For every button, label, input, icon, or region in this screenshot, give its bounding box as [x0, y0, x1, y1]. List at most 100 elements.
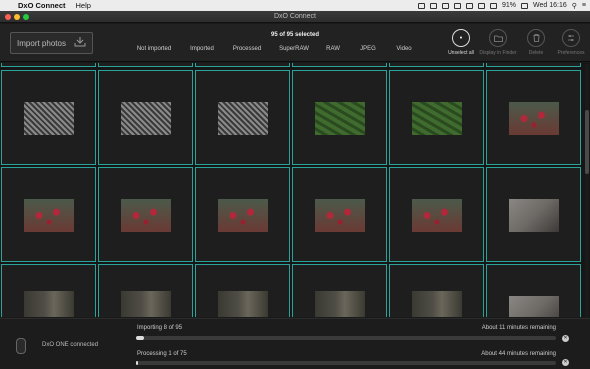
clock[interactable]: Wed 16:16 — [533, 2, 567, 9]
sliders-icon — [562, 29, 580, 47]
partial-cell[interactable] — [98, 63, 193, 67]
status-icon[interactable] — [442, 2, 450, 9]
volume-icon[interactable] — [490, 2, 498, 9]
status-footer: DxO ONE connected Importing 8 of 95 Abou… — [0, 318, 590, 369]
partial-cell[interactable] — [486, 63, 581, 67]
photo-cell[interactable] — [389, 264, 484, 317]
partial-cell[interactable] — [292, 63, 387, 67]
photo-thumbnail — [412, 291, 462, 317]
photo-cell[interactable] — [195, 264, 290, 317]
cancel-processing-button[interactable]: ✕ — [562, 359, 569, 366]
photo-thumbnail — [121, 199, 171, 232]
wifi-icon[interactable] — [478, 2, 486, 9]
photo-thumbnail — [509, 296, 559, 317]
photo-cell[interactable] — [389, 167, 484, 262]
photo-thumbnail — [24, 199, 74, 232]
import-progress-label: Importing 8 of 95 — [137, 325, 183, 331]
preferences-label: Preferences — [557, 50, 585, 56]
toolbar: Import photos 95 of 95 selected Not impo… — [0, 24, 590, 62]
filter-raw[interactable]: RAW — [318, 46, 348, 52]
filter-imported[interactable]: Imported — [180, 46, 224, 52]
import-progress-bar — [136, 336, 556, 340]
process-progress-label: Processing 1 of 75 — [137, 351, 187, 357]
app-menu[interactable]: DxO Connect — [18, 1, 66, 10]
photo-cell[interactable] — [486, 70, 581, 165]
photo-cell[interactable] — [486, 264, 581, 317]
help-menu[interactable]: Help — [76, 1, 91, 10]
unselect-all-label: Unselect all — [448, 50, 474, 56]
process-progress-bar — [136, 361, 556, 365]
photo-cell[interactable] — [195, 70, 290, 165]
photo-cell[interactable] — [195, 167, 290, 262]
status-icon[interactable] — [466, 2, 474, 9]
photo-thumbnail — [121, 102, 171, 135]
thumbnail-grid — [0, 63, 590, 317]
cancel-import-button[interactable]: ✕ — [562, 335, 569, 342]
photo-cell[interactable] — [292, 264, 387, 317]
photo-thumbnail — [24, 291, 74, 317]
photo-cell[interactable] — [389, 70, 484, 165]
system-menubar: DxO Connect Help 91% Wed 16:16 ⚲ ≡ — [0, 0, 590, 11]
import-tray-icon — [74, 37, 86, 49]
spotlight-icon[interactable]: ⚲ — [572, 2, 577, 10]
camera-device-icon — [16, 338, 26, 354]
filter-superraw[interactable]: SuperRAW — [270, 46, 318, 52]
photo-cell[interactable] — [292, 167, 387, 262]
partial-cell[interactable] — [195, 63, 290, 67]
traffic-lights — [5, 14, 29, 20]
filter-jpeg[interactable]: JPEG — [348, 46, 388, 52]
process-progress-fill — [136, 361, 139, 365]
unselect-all-button[interactable]: • Unselect all — [441, 29, 481, 56]
delete-button[interactable]: Delete — [516, 29, 556, 56]
display-in-finder-label: Display in Finder — [479, 50, 517, 56]
import-remaining: About 11 minutes remaining — [481, 325, 556, 331]
minimize-window-button[interactable] — [14, 14, 20, 20]
photo-thumbnail — [412, 199, 462, 232]
import-label: Import photos — [17, 38, 66, 48]
display-in-finder-button[interactable]: Display in Finder — [478, 29, 518, 56]
photo-thumbnail — [121, 291, 171, 317]
partial-cell[interactable] — [389, 63, 484, 67]
filter-tabs: Not imported Imported Processed SuperRAW… — [128, 46, 420, 52]
photo-cell[interactable] — [486, 167, 581, 262]
status-icon[interactable] — [454, 2, 462, 9]
photo-thumbnail — [315, 291, 365, 317]
status-icon[interactable] — [418, 2, 426, 9]
battery-icon[interactable] — [521, 2, 529, 9]
photo-cell[interactable] — [1, 70, 96, 165]
photo-thumbnail — [315, 102, 365, 135]
zoom-window-button[interactable] — [23, 14, 29, 20]
preferences-button[interactable]: Preferences — [551, 29, 590, 56]
photo-thumbnail — [509, 102, 559, 135]
photo-cell[interactable] — [98, 167, 193, 262]
partial-cell[interactable] — [1, 63, 96, 67]
photo-thumbnail — [218, 199, 268, 232]
circle-dot-icon: • — [452, 29, 470, 47]
window-titlebar: DxO Connect — [0, 11, 590, 23]
photo-thumbnail — [24, 102, 74, 135]
photo-cell[interactable] — [1, 264, 96, 317]
photo-thumbnail — [315, 199, 365, 232]
folder-icon — [489, 29, 507, 47]
vertical-scrollbar[interactable] — [585, 64, 589, 318]
photo-cell[interactable] — [292, 70, 387, 165]
scrollbar-thumb[interactable] — [585, 110, 589, 174]
close-window-button[interactable] — [5, 14, 11, 20]
photo-cell[interactable] — [1, 167, 96, 262]
photo-thumbnail — [509, 199, 559, 232]
delete-label: Delete — [528, 50, 544, 56]
photo-thumbnail — [218, 102, 268, 135]
battery-percent[interactable]: 91% — [502, 2, 516, 9]
status-icon[interactable] — [430, 2, 438, 9]
photo-cell[interactable] — [98, 264, 193, 317]
process-remaining: About 44 minutes remaining — [481, 351, 556, 357]
window-title: DxO Connect — [273, 13, 317, 20]
device-status: DxO ONE connected — [42, 342, 99, 348]
filter-processed[interactable]: Processed — [224, 46, 270, 52]
filter-not-imported[interactable]: Not imported — [128, 46, 180, 52]
photo-cell[interactable] — [98, 70, 193, 165]
filter-video[interactable]: Video — [388, 46, 420, 52]
photo-thumbnail — [218, 291, 268, 317]
import-progress-fill — [136, 336, 145, 340]
notification-center-icon[interactable]: ≡ — [582, 2, 586, 9]
